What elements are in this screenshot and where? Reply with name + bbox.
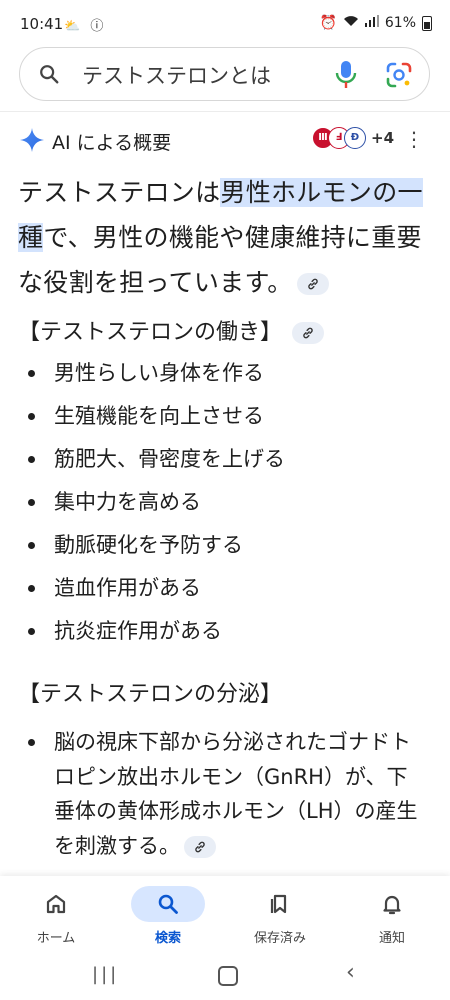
list-item: 筋肥大、骨密度を上げる [26,444,426,487]
signal-icon [364,15,379,31]
mic-icon[interactable] [335,60,357,94]
search-icon [131,886,205,922]
link-icon [195,841,205,852]
search-bar[interactable] [19,47,430,101]
ai-summary: テストステロンは男性ホルモンの一種で、男性の機能や健康維持に重要な役割を担ってい… [18,170,434,305]
citation-link-button[interactable] [184,835,216,858]
source-badges[interactable]: Ⅲ Ⅎ Ð +4 [312,127,394,149]
citation-link-button[interactable] [296,273,329,295]
search-input[interactable] [80,61,314,89]
nav-search-label: 検索 [154,931,181,946]
section-heading-function: 【テストステロンの働き】 [18,314,325,346]
nav-home[interactable]: ホーム [0,876,112,954]
source-logo-icon[interactable]: Ð [344,127,366,149]
bottom-navigation: ホーム 検索 保存済み 通知 [0,876,450,954]
list-item: 集中力を高める [26,487,426,530]
status-time: 10:41 [20,15,64,33]
ai-overview-header: AI による概要 Ⅲ Ⅎ Ð +4 ⋮ [20,125,430,155]
nav-saved-label: 保存済み [253,931,306,946]
summary-text: テストステロンは [18,178,221,207]
bookmarks-icon [243,886,317,922]
back-button[interactable]: ‹ [346,960,355,985]
nav-search[interactable]: 検索 [112,876,224,954]
alarm-icon: ⏰ [319,15,337,31]
function-list: 男性らしい身体を作る 生殖機能を向上させる 筋肥大、骨密度を上げる 集中力を高め… [26,358,426,659]
status-bar: 10:41 ⛅ ⓘ ⏰ 61% [0,0,450,44]
nav-notifications-label: 通知 [378,931,405,946]
secretion-paragraph: 脳の視床下部から分泌されたゴナドトロピン放出ホルモン（GnRH）が、下垂体の黄体… [26,725,422,863]
nav-saved[interactable]: 保存済み [224,876,336,954]
home-button[interactable] [218,966,238,986]
ai-sparkle-icon [20,128,44,156]
status-right: ⏰ 61% [319,15,432,31]
citation-link-button[interactable] [292,322,325,344]
notification-icons: ⛅ ⓘ [64,19,107,34]
ai-overview-title: AI による概要 [52,132,172,154]
nav-home-label: ホーム [36,931,76,946]
list-item: 造血作用がある [26,573,426,616]
list-item: 抗炎症作用がある [26,616,426,659]
header-divider [0,111,450,112]
lens-icon[interactable] [386,62,412,92]
wifi-icon [343,15,359,31]
list-item: 男性らしい身体を作る [26,358,426,401]
section-heading-secretion: 【テストステロンの分泌】 [18,682,283,707]
link-icon [307,278,318,290]
section-heading-text: 【テストステロンの働き】 [18,320,283,345]
link-icon [303,327,313,339]
search-icon [38,63,60,89]
battery-icon [422,15,432,31]
system-navigation: ||| ‹ [0,954,450,1000]
summary-text: で、男性の機能や健康維持に重要な役割を担っています。 [18,223,422,297]
list-item: 生殖機能を向上させる [26,401,426,444]
more-options-icon[interactable]: ⋮ [404,127,424,151]
list-item: 動脈硬化を予防する [26,530,426,573]
recent-apps-button[interactable]: ||| [92,964,119,985]
battery-percent: 61% [384,15,416,31]
nav-notifications[interactable]: 通知 [336,876,448,954]
source-more-count[interactable]: +4 [371,129,394,147]
bell-icon [355,886,429,922]
paragraph-text: 脳の視床下部から分泌されたゴナドトロピン放出ホルモン（GnRH）が、下垂体の黄体… [54,730,418,858]
home-icon [19,886,93,922]
